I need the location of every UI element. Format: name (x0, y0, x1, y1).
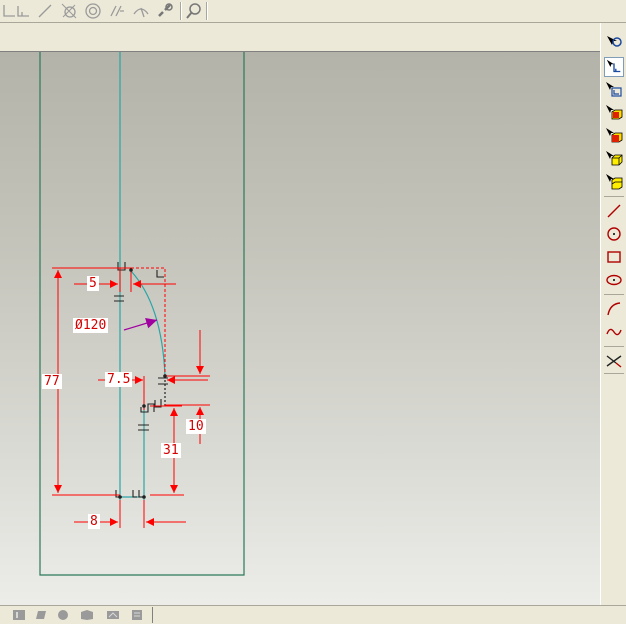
select-red-cube-icon[interactable] (604, 126, 624, 146)
status-icon-2[interactable] (34, 609, 48, 621)
select-sketch-icon (606, 59, 621, 73)
toolbar-separator (180, 2, 182, 20)
parallel-lines-icon[interactable] (108, 2, 126, 20)
select-sketch-button[interactable] (604, 57, 624, 77)
diameter-leader (123, 317, 158, 331)
chain-link-icon[interactable] (156, 2, 174, 20)
toolbar-separator (604, 346, 624, 347)
status-icon-3[interactable] (56, 609, 70, 621)
status-icon-6[interactable] (130, 609, 144, 621)
select-rotate-icon[interactable] (604, 33, 624, 53)
status-icon-4[interactable] (80, 609, 94, 621)
sketch-arc (130, 270, 166, 377)
right-toolbar (600, 23, 626, 605)
toolbar-separator (604, 294, 624, 295)
sketch-canvas[interactable]: 5 Ø120 7.5 77 10 31 8 (0, 52, 600, 605)
top-toolbar (0, 0, 626, 23)
corner-line-icon[interactable] (14, 2, 32, 20)
arc-icon[interactable] (604, 299, 624, 319)
dimension-diameter-120[interactable]: Ø120 (73, 318, 109, 333)
dimension-77[interactable]: 77 (42, 374, 62, 389)
status-icon-5[interactable] (106, 609, 120, 621)
dimension-10[interactable]: 10 (186, 419, 206, 434)
dimension-8[interactable]: 8 (88, 514, 100, 529)
select-yellow-stack-icon[interactable] (604, 172, 624, 192)
circle-icon[interactable] (604, 224, 624, 244)
rectangle-icon[interactable] (604, 247, 624, 267)
toolbar-separator (206, 2, 208, 20)
toolbar-separator (604, 196, 624, 197)
dimension-5[interactable]: 5 (87, 276, 99, 291)
spline-icon[interactable] (604, 322, 624, 342)
toolbar-strip (0, 23, 600, 52)
toolbar-separator (604, 373, 624, 374)
ellipse-icon[interactable] (604, 270, 624, 290)
select-red-box-icon[interactable] (604, 103, 624, 123)
line-icon[interactable] (604, 201, 624, 221)
dimension-7-5[interactable]: 7.5 (105, 372, 133, 387)
zoom-icon[interactable] (185, 2, 203, 20)
circle-cross-icon[interactable] (60, 2, 78, 20)
status-bar (0, 605, 626, 624)
select-corner-icon[interactable] (604, 80, 624, 100)
status-separator (152, 607, 153, 623)
status-icon-1[interactable] (12, 609, 26, 621)
tangent-arc-icon[interactable] (132, 2, 150, 20)
concentric-circle-icon[interactable] (84, 2, 102, 20)
trim-icon[interactable] (604, 351, 624, 371)
dimension-31[interactable]: 31 (161, 443, 181, 458)
diagonal-line-icon[interactable] (36, 2, 54, 20)
select-yellow-cube-icon[interactable] (604, 149, 624, 169)
